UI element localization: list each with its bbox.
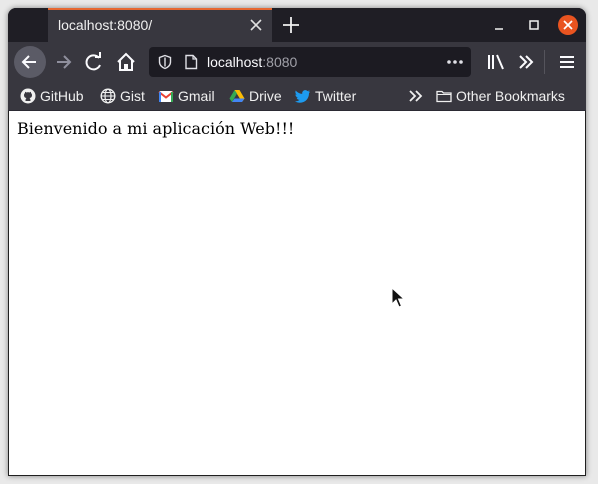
home-icon[interactable] — [112, 48, 140, 76]
bookmark-other-bookmarks[interactable]: Other Bookmarks — [436, 86, 565, 106]
url-bar[interactable]: localhost:8080 — [149, 47, 471, 77]
bookmark-label: Gmail — [178, 88, 215, 104]
folder-icon — [436, 90, 452, 103]
new-tab-icon[interactable] — [280, 14, 302, 36]
toolbar-separator — [544, 50, 545, 74]
tab-localhost[interactable]: localhost:8080/ — [48, 8, 272, 42]
nav-toolbar: localhost:8080 — [8, 42, 586, 82]
shield-icon[interactable] — [157, 54, 173, 70]
bookmark-twitter[interactable]: Twitter — [295, 86, 356, 106]
browser-window: localhost:8080/ localhost:8080 GitHub Gi… — [8, 8, 586, 476]
forward-icon[interactable] — [50, 48, 78, 76]
twitter-icon — [295, 90, 311, 103]
back-icon[interactable] — [14, 46, 46, 78]
bookmark-label: GitHub — [40, 88, 84, 104]
minimize-icon[interactable] — [490, 16, 508, 34]
bookmark-label: Twitter — [315, 88, 357, 104]
overflow-menu-icon[interactable] — [512, 48, 540, 76]
page-content: Bienvenido a mi aplicación Web!!! — [8, 111, 586, 476]
bookmark-gist[interactable]: Gist — [100, 86, 145, 106]
reload-icon[interactable] — [80, 48, 108, 76]
bookmark-label: Gist — [120, 88, 145, 104]
tab-strip: localhost:8080/ — [8, 8, 586, 42]
bookmark-label: Other Bookmarks — [456, 88, 565, 104]
more-actions-icon[interactable] — [445, 54, 465, 70]
bookmark-github[interactable]: GitHub — [20, 86, 84, 106]
drive-icon — [229, 90, 245, 102]
bookmarks-overflow-icon[interactable] — [408, 89, 424, 103]
hamburger-menu-icon[interactable] — [553, 48, 581, 76]
bookmark-label: Drive — [249, 88, 282, 104]
globe-icon — [100, 88, 116, 104]
bookmark-drive[interactable]: Drive — [229, 86, 282, 106]
url-text[interactable]: localhost:8080 — [207, 54, 297, 70]
page-info-icon[interactable] — [184, 54, 198, 70]
maximize-icon[interactable] — [525, 16, 543, 34]
tab-title: localhost:8080/ — [58, 17, 153, 33]
close-window-icon[interactable] — [558, 15, 578, 35]
mouse-cursor-icon — [391, 287, 405, 308]
bookmarks-bar: GitHub Gist Gmail Drive Twitter Other Bo… — [8, 82, 586, 110]
library-icon[interactable] — [482, 48, 510, 76]
url-port: :8080 — [262, 54, 298, 70]
close-tab-icon[interactable] — [248, 17, 264, 33]
gmail-icon — [158, 91, 174, 102]
github-icon — [20, 88, 36, 104]
url-host: localhost — [207, 54, 263, 70]
welcome-text: Bienvenido a mi aplicación Web!!! — [17, 119, 295, 138]
bookmark-gmail[interactable]: Gmail — [158, 86, 215, 106]
